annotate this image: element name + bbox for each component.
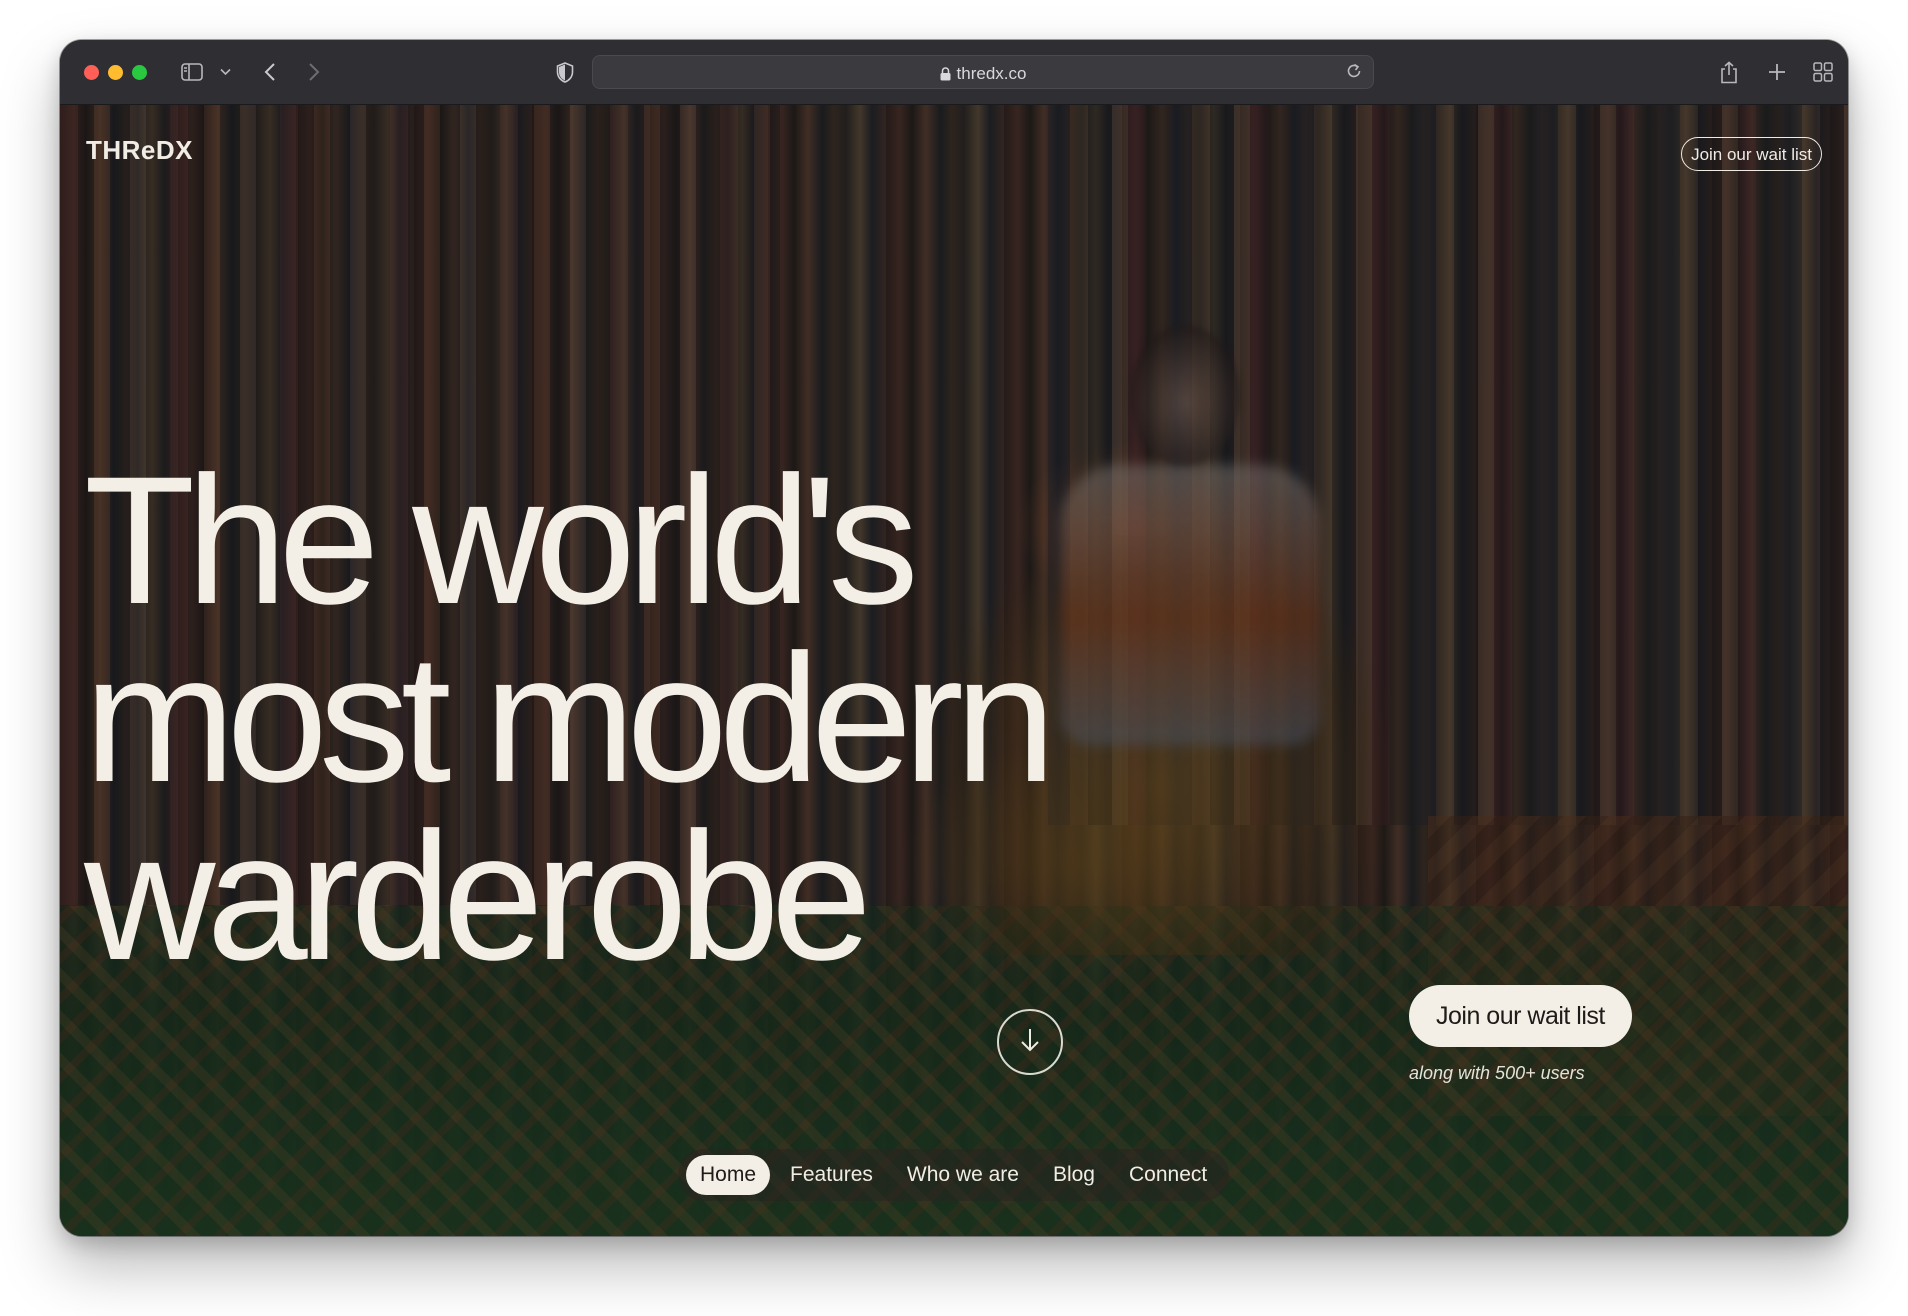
tab-grid-icon[interactable] [1812,58,1834,86]
hero-section: THReDX Join our wait list The world's mo… [60,105,1848,1236]
nav-item-blog[interactable]: Blog [1039,1155,1109,1195]
zoom-window-button[interactable] [132,65,147,80]
nav-item-connect[interactable]: Connect [1115,1155,1221,1195]
hero-headline: The world's most modern warderobe [84,438,1056,998]
nav-item-who-we-are[interactable]: Who we are [893,1155,1033,1195]
header-waitlist-button[interactable]: Join our wait list [1681,137,1822,171]
scroll-down-button[interactable] [997,1009,1063,1075]
share-icon[interactable] [1718,58,1740,86]
forward-arrow-icon[interactable] [304,58,324,86]
bottom-nav: Home Features Who we are Blog Connect [678,1149,1230,1201]
nav-item-features[interactable]: Features [776,1155,887,1195]
join-waitlist-button[interactable]: Join our wait list [1409,985,1632,1047]
address-bar[interactable]: thredx.co [592,55,1374,89]
waitlist-subtext: along with 500+ users [1409,1063,1585,1083]
arrow-down-icon [1019,1027,1041,1058]
lock-icon [940,66,951,86]
plus-icon[interactable] [1766,58,1788,86]
shield-icon[interactable] [554,58,576,86]
headline-line-3: warderobe [84,794,872,998]
reload-icon[interactable] [1345,62,1363,85]
chevron-down-icon[interactable] [218,58,232,86]
headline-line-1: The world's [84,438,919,642]
back-arrow-icon[interactable] [260,58,280,86]
headline-line-2: most modern [84,616,1056,820]
close-window-button[interactable] [84,65,99,80]
minimize-window-button[interactable] [108,65,123,80]
sidebar-icon[interactable] [180,58,204,86]
browser-window: thredx.co THReDX Join our wait list The … [60,40,1848,1236]
url-text: thredx.co [956,64,1027,83]
nav-item-home[interactable]: Home [686,1155,771,1195]
site-logo[interactable]: THReDX [86,135,193,166]
browser-toolbar: thredx.co [60,40,1848,105]
